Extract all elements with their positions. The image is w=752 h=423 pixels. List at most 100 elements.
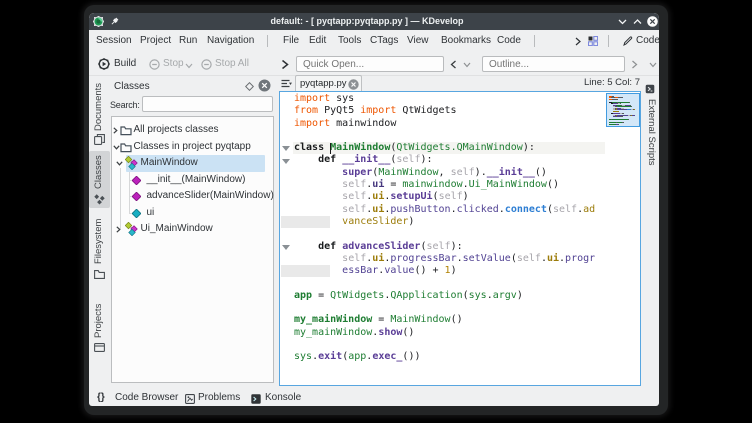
editor-view[interactable]: import sysfrom PyQt5 import QtWidgetsimp…: [279, 91, 641, 386]
pin-icon[interactable]: [110, 17, 119, 26]
left-dock-tab-projects[interactable]: Projects: [89, 299, 110, 356]
class-icon: [125, 222, 139, 236]
menu-tools[interactable]: Tools: [338, 30, 361, 52]
left-dock-tab-documents[interactable]: Documents: [89, 80, 110, 148]
maximize-button[interactable]: [633, 18, 642, 25]
window-title: default: - [ pyqtapp:pyqtapp.py ] — KDev…: [89, 13, 645, 30]
scrollbar-minimap[interactable]: [606, 93, 640, 127]
tree-row-advanceslider-mainwindow-[interactable]: advanceSlider(MainWindow): [112, 188, 273, 205]
code-area-button[interactable]: Code: [636, 30, 659, 52]
search-input[interactable]: [142, 96, 273, 112]
method-icon: [132, 176, 141, 185]
minimap-line: [609, 124, 619, 125]
expander-open-icon[interactable]: [113, 145, 120, 150]
code-line: self.ui.setupUi(self): [294, 191, 594, 203]
classes-tree: All projects classesClasses in project p…: [111, 116, 274, 383]
left-dock-tab-filesystem[interactable]: Filesystem: [89, 213, 110, 283]
menubar-separator: [267, 35, 268, 47]
left-dock-tab-classes[interactable]: Classes: [89, 151, 110, 208]
code-line: def advanceSlider(self):: [294, 241, 594, 253]
menu-edit[interactable]: Edit: [309, 30, 326, 52]
left-dock-tab-label: Filesystem: [93, 213, 106, 269]
minimap-line: [613, 111, 619, 112]
document-switcher-icon[interactable]: [281, 79, 292, 89]
code-line: app = QtWidgets.QApplication(sys.argv): [294, 290, 594, 302]
left-dock-tab-label: Classes: [93, 151, 106, 194]
tree-label: All projects classes: [134, 122, 219, 139]
stop-all-icon: [201, 59, 212, 70]
konsole-icon: [251, 394, 261, 404]
outline-input[interactable]: [482, 56, 625, 72]
panel-close-icon[interactable]: [258, 79, 271, 92]
classes-icon: [94, 194, 105, 205]
menu-session[interactable]: Session: [96, 30, 132, 52]
tree-row--init-mainwindow-[interactable]: __init__(MainWindow): [112, 172, 273, 189]
stop-dropdown-chevron-icon[interactable]: [185, 63, 193, 69]
menu-file[interactable]: File: [283, 30, 299, 52]
menu-code[interactable]: Code: [497, 30, 521, 52]
menubar-separator: [534, 35, 535, 47]
tree-row-all-projects-classes[interactable]: All projects classes: [112, 122, 273, 139]
statusbar-konsole-button[interactable]: Konsole: [265, 390, 301, 406]
editor-tab-pyqtapp[interactable]: pyqtapp.py: [295, 75, 362, 91]
menu-navigation[interactable]: Navigation: [207, 30, 254, 52]
statusbar-code-browser-button[interactable]: Code Browser: [115, 390, 178, 406]
menubar-overflow-chevron-icon[interactable]: [575, 37, 581, 46]
next-dropdown-chevron-icon[interactable]: [649, 62, 657, 68]
right-dock-tab-external-scripts[interactable]: External Scripts: [643, 99, 657, 199]
code-line: import sys: [294, 93, 594, 105]
menu-ctags[interactable]: CTags: [370, 30, 398, 52]
filesystem-icon: [94, 269, 105, 280]
expander-open-icon[interactable]: [116, 161, 123, 166]
minimap-line: [609, 99, 618, 100]
context-dropdown-chevron-icon[interactable]: [463, 62, 471, 68]
search-label: Search:: [110, 100, 140, 110]
quick-open-input[interactable]: [296, 56, 444, 72]
tree-row-ui[interactable]: ui: [112, 205, 273, 222]
minimize-button[interactable]: [618, 18, 627, 25]
line-col-indicator: Line: 5 Col: 7: [540, 77, 640, 88]
toolbar-expand-chevron-icon[interactable]: [281, 59, 289, 70]
build-icon[interactable]: [98, 58, 110, 70]
code-text[interactable]: import sysfrom PyQt5 import QtWidgetsimp…: [294, 93, 594, 364]
tree-row-mainwindow[interactable]: MainWindow: [112, 155, 273, 172]
code-line: [294, 302, 594, 314]
tree-row-classes-in-project-pyqtapp[interactable]: Classes in project pyqtapp: [112, 139, 273, 156]
close-button[interactable]: [647, 16, 658, 27]
fold-marker-icon[interactable]: [282, 146, 290, 151]
statusbar-problems-button[interactable]: Problems: [198, 390, 240, 406]
desktop-background: default: - [ pyqtapp:pyqtapp.py ] — KDev…: [0, 0, 752, 423]
code-line: [294, 130, 594, 142]
toolbar: Build Stop Stop All: [89, 52, 659, 76]
folder-icon: [120, 125, 132, 136]
previous-context-chevron-icon[interactable]: [450, 60, 457, 69]
tree-row-ui-mainwindow[interactable]: Ui_MainWindow: [112, 221, 273, 238]
stop-all-button[interactable]: Stop All: [215, 52, 249, 76]
tab-close-icon[interactable]: [348, 79, 359, 90]
fold-marker-icon[interactable]: [282, 159, 290, 164]
kdevelop-window: default: - [ pyqtapp:pyqtapp.py ] — KDev…: [89, 13, 659, 406]
menu-run[interactable]: Run: [179, 30, 197, 52]
stop-button[interactable]: Stop: [163, 52, 184, 76]
expander-closed-icon[interactable]: [116, 226, 121, 233]
code-line: self.ui.pushButton.clicked.connect(self.…: [294, 204, 594, 216]
editor-tab-label: pyqtapp.py: [300, 76, 346, 92]
next-context-chevron-icon[interactable]: [631, 60, 638, 69]
code-line: [294, 228, 594, 240]
panel-detach-icon[interactable]: [245, 82, 254, 91]
class-icon: [125, 156, 139, 170]
menu-project[interactable]: Project: [140, 30, 171, 52]
titlebar[interactable]: default: - [ pyqtapp:pyqtapp.py ] — KDev…: [89, 13, 659, 30]
folder-icon: [120, 142, 132, 153]
expander-closed-icon[interactable]: [113, 127, 118, 134]
build-button[interactable]: Build: [114, 52, 136, 76]
code-line: class MainWindow(QtWidgets.QMainWindow):: [294, 142, 594, 154]
external-scripts-icon: [645, 84, 655, 94]
code-line: my_mainWindow.show(): [294, 327, 594, 339]
area-switcher-grid-icon[interactable]: [588, 36, 598, 46]
menu-view[interactable]: View: [407, 30, 429, 52]
fold-marker-icon[interactable]: [282, 245, 290, 250]
method-icon: [132, 192, 141, 201]
problems-icon: [185, 394, 195, 404]
menu-bookmarks[interactable]: Bookmarks: [441, 30, 491, 52]
